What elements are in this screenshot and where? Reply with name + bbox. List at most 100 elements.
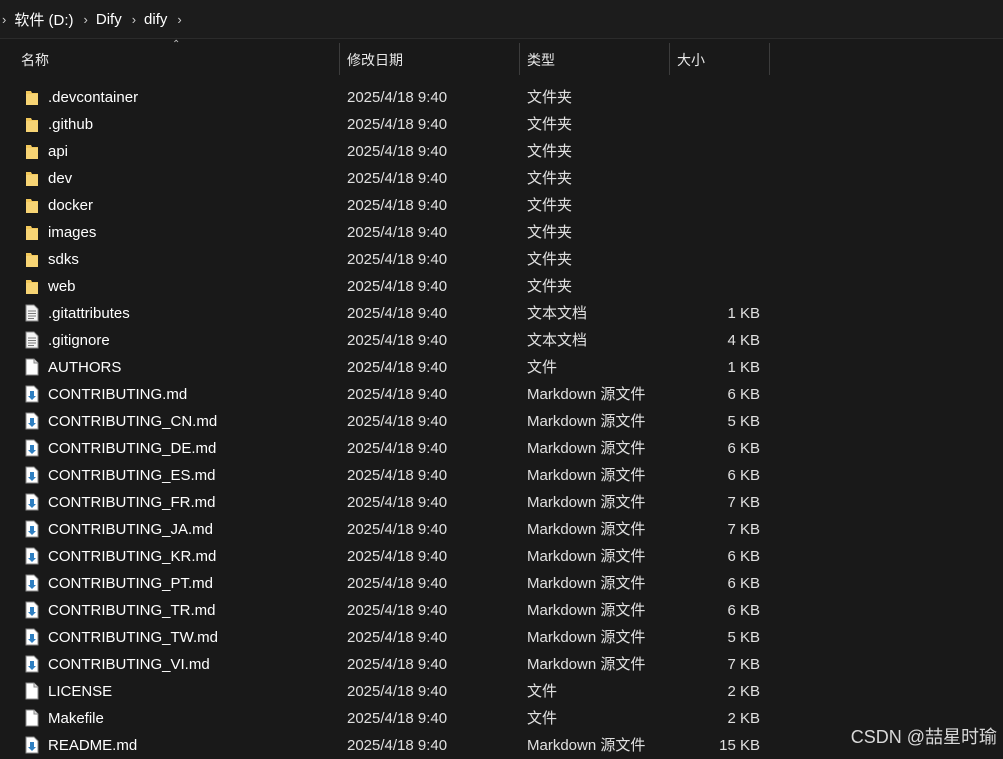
file-name[interactable]: .gitignore bbox=[48, 327, 110, 354]
file-name[interactable]: sdks bbox=[48, 246, 79, 273]
file-size: 5 KB bbox=[727, 629, 760, 646]
file-row[interactable]: CONTRIBUTING_JA.md 2025/4/18 9:40 Markdown… bbox=[0, 516, 1003, 543]
file-date: 2025/4/18 9:40 bbox=[347, 467, 448, 484]
file-row[interactable]: dev 2025/4/18 9:40 文件夹 bbox=[0, 165, 1003, 192]
file-type: Markdown 源文件 bbox=[527, 386, 646, 403]
file-row[interactable]: .devcontainer 2025/4/18 9:40 文件夹 bbox=[0, 84, 1003, 111]
watermark: CSDN @喆星时瑜 bbox=[850, 727, 997, 747]
file-name[interactable]: CONTRIBUTING_FR.md bbox=[48, 489, 216, 516]
file-name[interactable]: CONTRIBUTING_CN.md bbox=[48, 408, 217, 435]
file-row[interactable]: CONTRIBUTING_TW.md 2025/4/18 9:40 Markdown… bbox=[0, 624, 1003, 651]
file-row[interactable]: CONTRIBUTING_PT.md 2025/4/18 9:40 Markdown… bbox=[0, 570, 1003, 597]
file-type: Markdown 源文件 bbox=[527, 413, 646, 430]
column-divider[interactable] bbox=[669, 43, 670, 75]
file-row[interactable]: .github 2025/4/18 9:40 文件夹 bbox=[0, 111, 1003, 138]
file-type: 文件夹 bbox=[527, 143, 573, 160]
chevron-right-icon[interactable]: › bbox=[177, 12, 181, 27]
file-row[interactable]: api 2025/4/18 9:40 文件夹 bbox=[0, 138, 1003, 165]
file-row[interactable]: CONTRIBUTING_FR.md 2025/4/18 9:40 Markdown… bbox=[0, 489, 1003, 516]
file-name[interactable]: images bbox=[48, 219, 96, 246]
file-type: Markdown 源文件 bbox=[527, 467, 646, 484]
column-header-name[interactable]: 名称 bbox=[21, 43, 49, 75]
file-size: 7 KB bbox=[727, 494, 760, 511]
file-row[interactable]: .gitignore 2025/4/18 9:40 文本文档 4 KB bbox=[0, 327, 1003, 354]
folder-icon bbox=[25, 142, 39, 160]
file-date: 2025/4/18 9:40 bbox=[347, 224, 448, 241]
folder-icon bbox=[25, 223, 39, 241]
file-name[interactable]: Makefile bbox=[48, 705, 104, 732]
file-size: 7 KB bbox=[727, 656, 760, 673]
file-name[interactable]: CONTRIBUTING_JA.md bbox=[48, 516, 213, 543]
file-name[interactable]: CONTRIBUTING_TW.md bbox=[48, 624, 218, 651]
file-name[interactable]: CONTRIBUTING_DE.md bbox=[48, 435, 216, 462]
file-name[interactable]: web bbox=[48, 273, 76, 300]
file-row[interactable]: LICENSE 2025/4/18 9:40 文件 2 KB bbox=[0, 678, 1003, 705]
file-size: 2 KB bbox=[727, 683, 760, 700]
file-type: Markdown 源文件 bbox=[527, 521, 646, 538]
file-date: 2025/4/18 9:40 bbox=[347, 602, 448, 619]
file-row[interactable]: CONTRIBUTING.md 2025/4/18 9:40 Markdown 源文… bbox=[0, 381, 1003, 408]
file-date: 2025/4/18 9:40 bbox=[347, 737, 448, 754]
file-row[interactable]: CONTRIBUTING_DE.md 2025/4/18 9:40 Markdown… bbox=[0, 435, 1003, 462]
file-size: 6 KB bbox=[727, 467, 760, 484]
file-row[interactable]: CONTRIBUTING_VI.md 2025/4/18 9:40 Markdown… bbox=[0, 651, 1003, 678]
chevron-right-icon[interactable]: › bbox=[2, 12, 6, 27]
breadcrumb-drive[interactable]: 软件 (D:) bbox=[14, 9, 73, 30]
markdown-file-icon bbox=[25, 466, 39, 484]
file-row[interactable]: docker 2025/4/18 9:40 文件夹 bbox=[0, 192, 1003, 219]
file-name[interactable]: CONTRIBUTING_KR.md bbox=[48, 543, 216, 570]
file-name[interactable]: docker bbox=[48, 192, 93, 219]
file-date: 2025/4/18 9:40 bbox=[347, 278, 448, 295]
file-name[interactable]: AUTHORS bbox=[48, 354, 121, 381]
file-size: 6 KB bbox=[727, 548, 760, 565]
file-name[interactable]: CONTRIBUTING_VI.md bbox=[48, 651, 210, 678]
file-type: 文件夹 bbox=[527, 89, 573, 106]
file-name[interactable]: CONTRIBUTING_PT.md bbox=[48, 570, 213, 597]
file-type: Markdown 源文件 bbox=[527, 440, 646, 457]
file-name[interactable]: README.md bbox=[48, 732, 137, 759]
file-date: 2025/4/18 9:40 bbox=[347, 440, 448, 457]
file-type: 文本文档 bbox=[527, 332, 588, 349]
file-row[interactable]: .gitattributes 2025/4/18 9:40 文本文档 1 KB bbox=[0, 300, 1003, 327]
blank-file-icon bbox=[25, 682, 39, 700]
file-type: Markdown 源文件 bbox=[527, 656, 646, 673]
file-date: 2025/4/18 9:40 bbox=[347, 359, 448, 376]
chevron-right-icon[interactable]: › bbox=[132, 12, 136, 27]
file-name[interactable]: CONTRIBUTING_ES.md bbox=[48, 462, 216, 489]
file-name[interactable]: .devcontainer bbox=[48, 84, 138, 111]
file-size: 6 KB bbox=[727, 440, 760, 457]
file-name[interactable]: dev bbox=[48, 165, 72, 192]
breadcrumb-dify-parent[interactable]: Dify bbox=[96, 11, 122, 28]
file-row[interactable]: CONTRIBUTING_KR.md 2025/4/18 9:40 Markdown… bbox=[0, 543, 1003, 570]
file-date: 2025/4/18 9:40 bbox=[347, 197, 448, 214]
column-divider[interactable] bbox=[339, 43, 340, 75]
file-date: 2025/4/18 9:40 bbox=[347, 413, 448, 430]
file-row[interactable]: web 2025/4/18 9:40 文件夹 bbox=[0, 273, 1003, 300]
file-date: 2025/4/18 9:40 bbox=[347, 683, 448, 700]
file-row[interactable]: sdks 2025/4/18 9:40 文件夹 bbox=[0, 246, 1003, 273]
column-header-size[interactable]: 大小 bbox=[677, 43, 705, 75]
folder-icon bbox=[25, 115, 39, 133]
file-name[interactable]: CONTRIBUTING_TR.md bbox=[48, 597, 216, 624]
file-row[interactable]: images 2025/4/18 9:40 文件夹 bbox=[0, 219, 1003, 246]
column-divider[interactable] bbox=[769, 43, 770, 75]
file-date: 2025/4/18 9:40 bbox=[347, 305, 448, 322]
file-name[interactable]: LICENSE bbox=[48, 678, 112, 705]
markdown-file-icon bbox=[25, 736, 39, 754]
blank-file-icon bbox=[25, 358, 39, 376]
file-name[interactable]: api bbox=[48, 138, 68, 165]
file-name[interactable]: CONTRIBUTING.md bbox=[48, 381, 187, 408]
sort-ascending-icon: ⌃ bbox=[172, 39, 181, 50]
file-row[interactable]: CONTRIBUTING_CN.md 2025/4/18 9:40 Markdown… bbox=[0, 408, 1003, 435]
file-row[interactable]: CONTRIBUTING_TR.md 2025/4/18 9:40 Markdown… bbox=[0, 597, 1003, 624]
chevron-right-icon[interactable]: › bbox=[84, 12, 88, 27]
file-name[interactable]: .gitattributes bbox=[48, 300, 130, 327]
column-header-date[interactable]: 修改日期 bbox=[347, 43, 403, 75]
breadcrumb-dify-current[interactable]: dify bbox=[144, 11, 167, 28]
file-size: 2 KB bbox=[727, 710, 760, 727]
column-header-type[interactable]: 类型 bbox=[527, 43, 555, 75]
file-row[interactable]: CONTRIBUTING_ES.md 2025/4/18 9:40 Markdown… bbox=[0, 462, 1003, 489]
file-row[interactable]: AUTHORS 2025/4/18 9:40 文件 1 KB bbox=[0, 354, 1003, 381]
column-divider[interactable] bbox=[519, 43, 520, 75]
file-name[interactable]: .github bbox=[48, 111, 93, 138]
